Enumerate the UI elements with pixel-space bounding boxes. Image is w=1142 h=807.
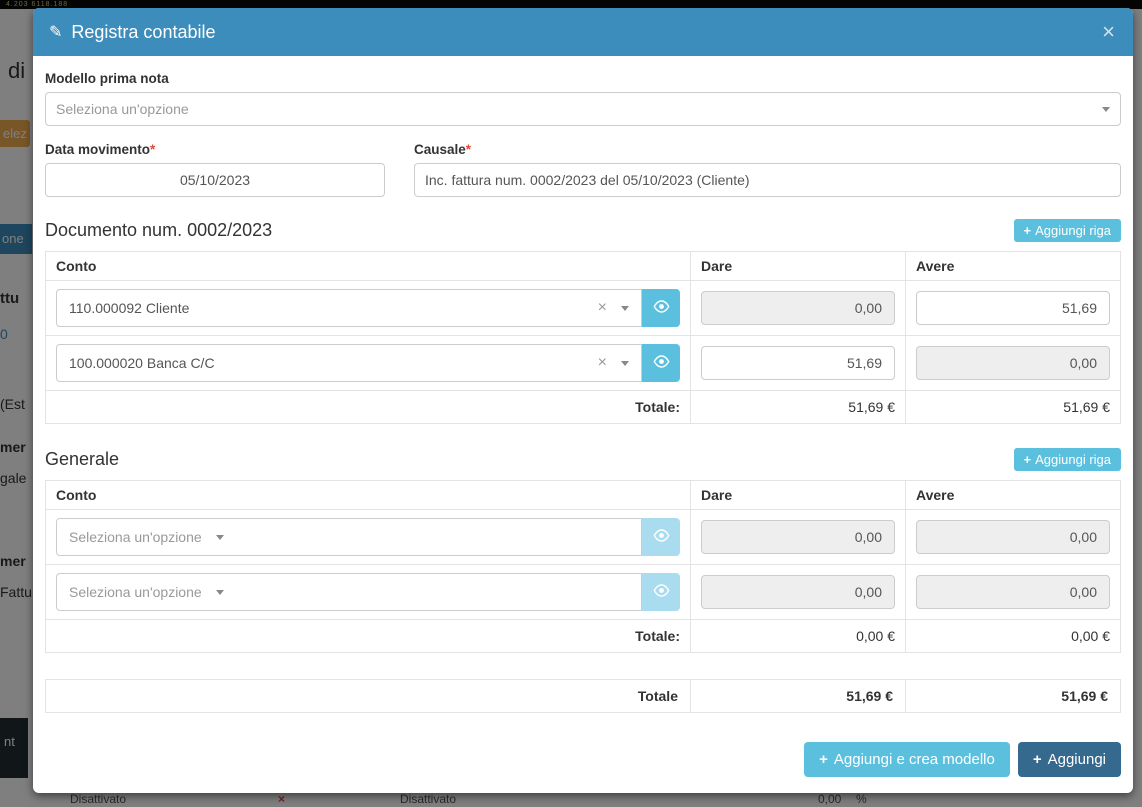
required-asterisk: * xyxy=(150,142,155,157)
chevron-down-icon xyxy=(621,306,629,311)
table-row: Seleziona un'opzione xyxy=(46,565,1121,620)
add-row-label: Aggiungi riga xyxy=(1035,452,1111,467)
modal-title: Registra contabile xyxy=(71,22,215,43)
generale-section-title: Generale xyxy=(45,449,119,470)
table-row: 100.000020 Banca C/C × xyxy=(46,336,1121,391)
plus-icon: + xyxy=(1033,751,1042,768)
modello-prima-nota-select[interactable]: Seleziona un'opzione xyxy=(45,92,1121,126)
column-header-avere: Avere xyxy=(906,252,1121,281)
total-label: Totale: xyxy=(46,620,691,653)
conto-placeholder: Seleziona un'opzione xyxy=(69,529,202,545)
add-and-create-model-button[interactable]: + Aggiungi e crea modello xyxy=(804,742,1010,777)
grand-total-dare: 51,69 € xyxy=(691,680,906,713)
clear-selection-icon[interactable]: × xyxy=(598,299,607,317)
conto-placeholder: Seleziona un'opzione xyxy=(69,584,202,600)
chevron-down-icon xyxy=(216,535,224,540)
data-movimento-label-text: Data movimento xyxy=(45,142,150,157)
dare-input xyxy=(701,520,895,554)
table-row: Seleziona un'opzione xyxy=(46,510,1121,565)
chevron-down-icon xyxy=(1102,107,1110,112)
conto-select[interactable]: Seleziona un'opzione xyxy=(56,573,642,611)
view-account-button[interactable] xyxy=(642,289,680,327)
required-asterisk: * xyxy=(466,142,471,157)
documento-table: Conto Dare Avere 110.000092 Cliente × xyxy=(45,251,1121,424)
add-button[interactable]: + Aggiungi xyxy=(1018,742,1121,777)
causale-label-text: Causale xyxy=(414,142,466,157)
modal-body: Modello prima nota Seleziona un'opzione … xyxy=(33,56,1133,724)
causale-input[interactable] xyxy=(414,163,1121,197)
avere-input xyxy=(916,346,1110,380)
total-dare: 0,00 € xyxy=(691,620,906,653)
grand-total-avere: 51,69 € xyxy=(906,680,1121,713)
conto-select[interactable]: Seleziona un'opzione xyxy=(56,518,642,556)
conto-selected-value: 110.000092 Cliente xyxy=(69,300,189,316)
grand-total-row: Totale 51,69 € 51,69 € xyxy=(46,680,1121,713)
causale-label: Causale* xyxy=(414,142,1121,157)
column-header-conto: Conto xyxy=(46,252,691,281)
generale-table: Conto Dare Avere Seleziona un'opzione xyxy=(45,480,1121,653)
view-account-button[interactable] xyxy=(642,344,680,382)
dare-input xyxy=(701,291,895,325)
registra-contabile-modal: ✎ Registra contabile × Modello prima not… xyxy=(33,8,1133,793)
grand-total-label: Totale xyxy=(46,680,691,713)
total-avere: 51,69 € xyxy=(906,391,1121,424)
table-row: 110.000092 Cliente × xyxy=(46,281,1121,336)
eye-icon xyxy=(653,584,670,600)
add-label: Aggiungi xyxy=(1048,751,1106,768)
documento-section-title: Documento num. 0002/2023 xyxy=(45,220,272,241)
data-movimento-label: Data movimento* xyxy=(45,142,385,157)
dare-input xyxy=(701,575,895,609)
conto-select[interactable]: 110.000092 Cliente × xyxy=(56,289,642,327)
conto-selected-value: 100.000020 Banca C/C xyxy=(69,355,215,371)
modello-prima-nota-label: Modello prima nota xyxy=(45,71,1121,86)
column-header-conto: Conto xyxy=(46,481,691,510)
avere-input[interactable] xyxy=(916,291,1110,325)
eye-icon xyxy=(653,300,670,316)
column-header-avere: Avere xyxy=(906,481,1121,510)
dare-input[interactable] xyxy=(701,346,895,380)
total-label: Totale: xyxy=(46,391,691,424)
data-movimento-input[interactable] xyxy=(45,163,385,197)
conto-select[interactable]: 100.000020 Banca C/C × xyxy=(56,344,642,382)
plus-icon: + xyxy=(1024,223,1032,238)
plus-icon: + xyxy=(819,751,828,768)
modal-header: ✎ Registra contabile × xyxy=(33,8,1133,56)
total-dare: 51,69 € xyxy=(691,391,906,424)
column-header-dare: Dare xyxy=(691,252,906,281)
eye-icon xyxy=(653,529,670,545)
avere-input xyxy=(916,520,1110,554)
close-icon[interactable]: × xyxy=(1100,21,1117,43)
add-and-create-model-label: Aggiungi e crea modello xyxy=(834,751,995,768)
view-account-button xyxy=(642,573,680,611)
column-header-dare: Dare xyxy=(691,481,906,510)
add-row-button-documento[interactable]: +Aggiungi riga xyxy=(1014,219,1121,242)
modello-placeholder: Seleziona un'opzione xyxy=(56,101,189,117)
eye-icon xyxy=(653,355,670,371)
total-avere: 0,00 € xyxy=(906,620,1121,653)
modal-footer: + Aggiungi e crea modello + Aggiungi xyxy=(33,726,1133,793)
totals-row: Totale: 0,00 € 0,00 € xyxy=(46,620,1121,653)
add-row-button-generale[interactable]: +Aggiungi riga xyxy=(1014,448,1121,471)
chevron-down-icon xyxy=(621,361,629,366)
plus-icon: + xyxy=(1024,452,1032,467)
avere-input xyxy=(916,575,1110,609)
grand-total-table: Totale 51,69 € 51,69 € xyxy=(45,679,1121,713)
pencil-icon: ✎ xyxy=(49,22,62,42)
totals-row: Totale: 51,69 € 51,69 € xyxy=(46,391,1121,424)
chevron-down-icon xyxy=(216,590,224,595)
add-row-label: Aggiungi riga xyxy=(1035,223,1111,238)
clear-selection-icon[interactable]: × xyxy=(598,354,607,372)
view-account-button xyxy=(642,518,680,556)
